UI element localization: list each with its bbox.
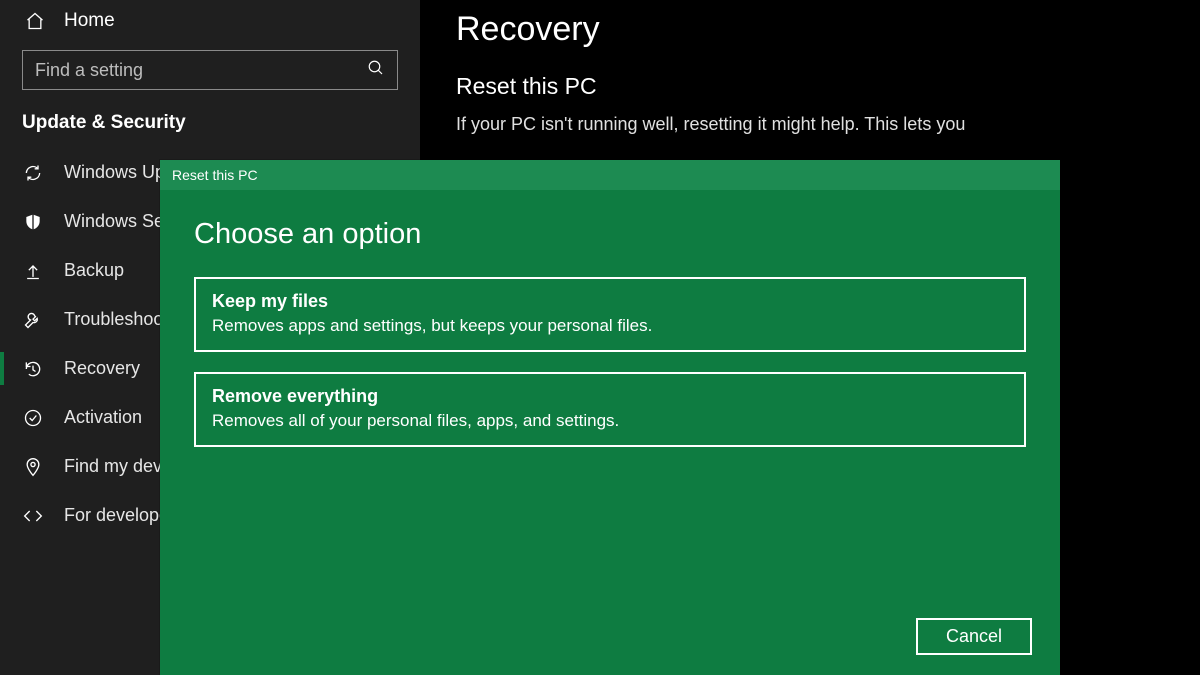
- sidebar-home[interactable]: Home: [0, 0, 420, 46]
- dialog-titlebar-text: Reset this PC: [172, 167, 258, 183]
- sidebar-item-label: Activation: [64, 407, 142, 428]
- search-input[interactable]: [35, 60, 343, 81]
- check-circle-icon: [22, 408, 44, 428]
- section-body: If your PC isn't running well, resetting…: [456, 114, 1076, 135]
- settings-window: Home Update & Security Windows Update Wi…: [0, 0, 1200, 675]
- wrench-icon: [22, 310, 44, 330]
- code-icon: [22, 506, 44, 526]
- sidebar-item-label: Backup: [64, 260, 124, 281]
- sidebar-item-label: Recovery: [64, 358, 140, 379]
- cancel-button[interactable]: Cancel: [916, 618, 1032, 655]
- option-title: Keep my files: [212, 291, 1008, 312]
- reset-pc-dialog: Reset this PC Choose an option Keep my f…: [160, 160, 1060, 675]
- option-remove-everything[interactable]: Remove everything Removes all of your pe…: [194, 372, 1026, 447]
- option-keep-my-files[interactable]: Keep my files Removes apps and settings,…: [194, 277, 1026, 352]
- sync-icon: [22, 163, 44, 183]
- dialog-heading: Choose an option: [194, 218, 1026, 251]
- search-box[interactable]: [22, 50, 398, 90]
- page-title: Recovery: [456, 10, 1164, 49]
- section-heading: Reset this PC: [456, 73, 1164, 100]
- upload-icon: [22, 261, 44, 281]
- sidebar-home-label: Home: [64, 10, 115, 32]
- option-description: Removes apps and settings, but keeps you…: [212, 316, 1008, 336]
- dialog-titlebar: Reset this PC: [160, 160, 1060, 190]
- shield-icon: [22, 212, 44, 232]
- sidebar-item-label: Troubleshoot: [64, 309, 168, 330]
- location-icon: [22, 457, 44, 477]
- option-title: Remove everything: [212, 386, 1008, 407]
- dialog-footer: Cancel: [916, 618, 1032, 655]
- sidebar-section-title: Update & Security: [0, 108, 420, 148]
- search-icon: [367, 59, 385, 82]
- history-icon: [22, 359, 44, 379]
- home-icon: [24, 11, 46, 31]
- option-description: Removes all of your personal files, apps…: [212, 411, 1008, 431]
- dialog-body: Choose an option Keep my files Removes a…: [160, 190, 1060, 495]
